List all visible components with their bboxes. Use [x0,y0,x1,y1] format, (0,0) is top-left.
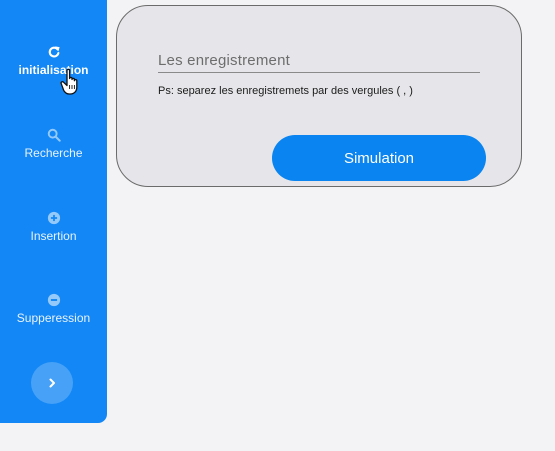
nav-item-label: Supperession [16,311,91,325]
nav-item-label: Recherche [24,146,83,160]
simulation-button[interactable]: Simulation [272,135,486,181]
sidebar: initialisation Recherche Insertion Suppe… [0,0,107,423]
records-card: Les enregistrement Ps: separez les enreg… [116,5,522,187]
refresh-icon [48,46,60,58]
nav-item-label: Insertion [30,229,77,243]
plus-circle-icon [47,211,60,225]
records-input[interactable]: Les enregistrement [158,52,480,73]
nav-item-label: initialisation [18,63,89,77]
records-hint: Ps: separez les enregistremets par des v… [158,85,413,97]
nav-item-supperession[interactable]: Supperession [0,293,107,325]
chevron-right-icon [49,378,55,388]
search-icon [47,128,61,142]
minus-circle-icon [47,293,60,307]
expand-sidebar-button[interactable] [31,362,73,404]
nav-item-recherche[interactable]: Recherche [0,128,107,160]
nav-item-initialisation[interactable]: initialisation [0,45,107,77]
nav-item-insertion[interactable]: Insertion [0,211,107,243]
